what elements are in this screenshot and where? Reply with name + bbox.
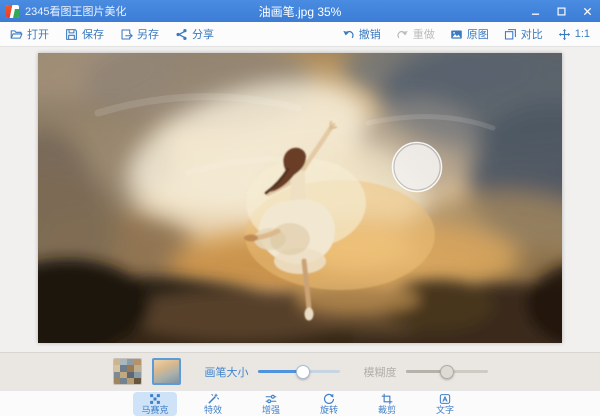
tab-rotate[interactable]: 旋转 [307,392,351,416]
text-icon [439,393,451,405]
blur-level-label: 模糊度 [364,364,397,380]
pixel-mosaic-style-thumb[interactable] [113,358,142,385]
tab-mosaic[interactable]: 马赛克 [133,392,177,416]
undo-button[interactable]: 撤销 [342,26,381,42]
mosaic-icon [149,393,161,405]
blur-level-slider[interactable] [406,370,488,373]
compare-label: 对比 [521,26,543,42]
photo-canvas[interactable] [38,53,562,343]
pixel-mosaic-preview [114,359,141,384]
save-label: 保存 [82,26,104,42]
share-label: 分享 [192,26,214,42]
zoom-1-1-button[interactable]: 1:1 [558,28,590,41]
tab-rotate-label: 旋转 [320,406,338,415]
app-title: 2345看图王图片美化 [25,3,126,19]
zoom-ratio-label: 1:1 [575,28,590,40]
toolbar: 打开 保存 另存 分享 撤销 重做 原图 对比 [0,22,600,47]
maximize-icon[interactable] [548,0,574,22]
image-icon [450,28,463,41]
app-window: 2345看图王图片美化 油画笔.jpg 35% 打开 保存 另存 [0,0,600,416]
redo-icon [396,28,409,41]
tab-text[interactable]: 文字 [423,392,467,416]
open-label: 打开 [27,26,49,42]
share-button[interactable]: 分享 [175,26,214,42]
brush-smudge-style-thumb[interactable] [152,358,181,385]
tab-text-label: 文字 [436,406,454,415]
original-image-button[interactable]: 原图 [450,26,489,42]
brush-smudge-preview [154,360,179,383]
magic-wand-icon [207,393,219,405]
tab-enhance-label: 增强 [262,406,280,415]
crop-icon [381,393,393,405]
adjust-sliders-icon [265,393,277,405]
compare-icon [504,28,517,41]
pan-icon [558,28,571,41]
mosaic-settings-panel: 画笔大小 模糊度 [0,352,600,390]
window-controls [522,0,600,22]
tab-effects-label: 特效 [204,406,222,415]
app-logo-2345-icon [6,5,19,18]
title-bar: 2345看图王图片美化 油画笔.jpg 35% [0,0,600,22]
tool-tab-bar: 马赛克 特效 增强 旋转 裁剪 文字 [0,390,600,416]
minimize-icon[interactable] [522,0,548,22]
oil-painting-artwork [38,53,562,343]
brush-size-control: 画笔大小 [205,364,340,380]
canvas-area [0,47,600,352]
tab-crop[interactable]: 裁剪 [365,392,409,416]
close-icon[interactable] [574,0,600,22]
blur-level-control: 模糊度 [364,364,488,380]
brush-size-label: 画笔大小 [205,364,249,380]
redo-button[interactable]: 重做 [396,26,435,42]
save-icon [65,28,78,41]
open-button[interactable]: 打开 [10,26,49,42]
document-title: 油画笔.jpg 35% [259,3,342,20]
save-as-label: 另存 [137,26,159,42]
tab-effects[interactable]: 特效 [191,392,235,416]
undo-icon [342,28,355,41]
save-as-button[interactable]: 另存 [120,26,159,42]
original-label: 原图 [467,26,489,42]
tab-crop-label: 裁剪 [378,406,396,415]
brush-size-slider-thumb[interactable] [296,365,310,379]
blur-level-slider-thumb[interactable] [440,365,454,379]
tab-mosaic-label: 马赛克 [141,406,168,415]
save-button[interactable]: 保存 [65,26,104,42]
brush-cursor-circle [393,143,442,192]
rotate-icon [323,393,335,405]
tab-enhance[interactable]: 增强 [249,392,293,416]
undo-label: 撤销 [359,26,381,42]
compare-button[interactable]: 对比 [504,26,543,42]
share-icon [175,28,188,41]
brush-size-slider[interactable] [258,370,340,373]
folder-open-icon [10,28,23,41]
redo-label: 重做 [413,26,435,42]
save-as-icon [120,28,133,41]
